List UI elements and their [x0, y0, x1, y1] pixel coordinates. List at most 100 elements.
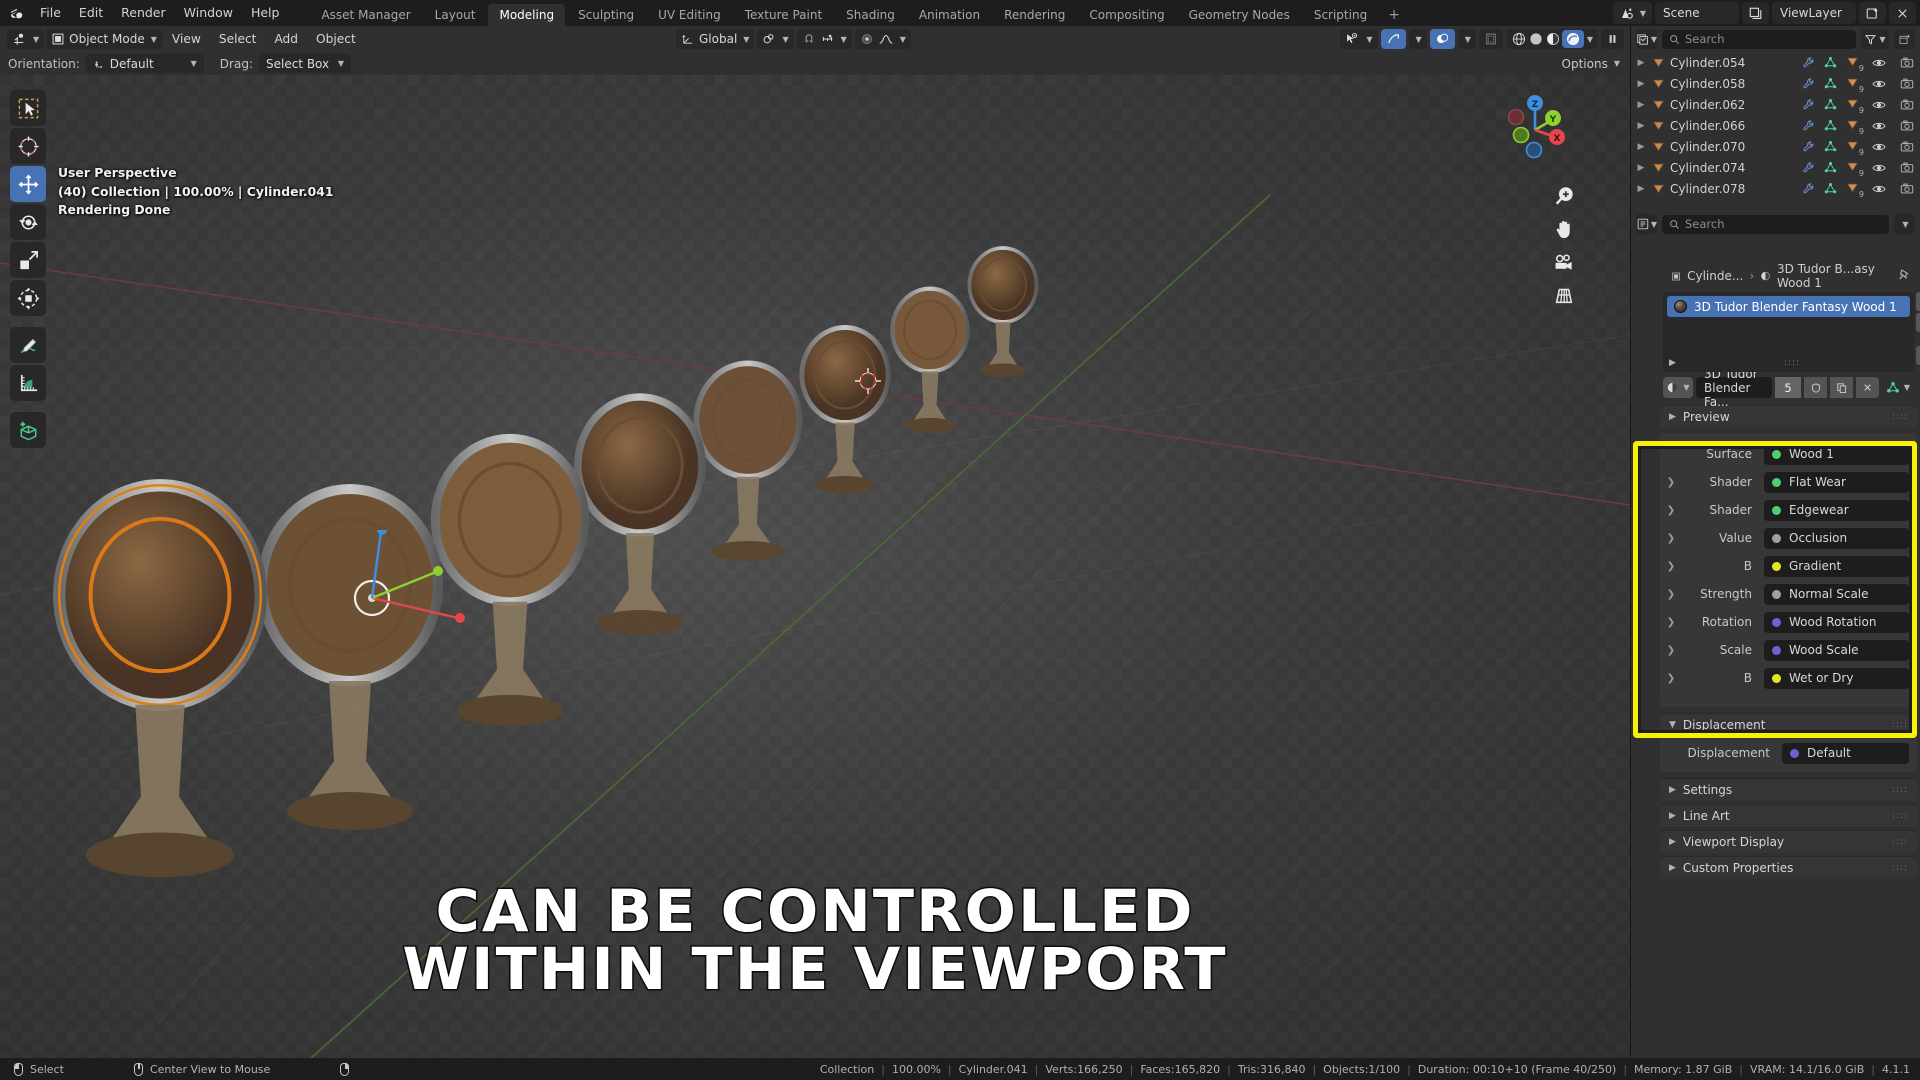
- expand-arrow-icon[interactable]: ❯: [1664, 673, 1678, 684]
- annotate-tool[interactable]: [10, 327, 46, 363]
- unlink-material-button[interactable]: [1856, 377, 1879, 398]
- eye-visibility-icon[interactable]: [1872, 78, 1886, 90]
- eye-visibility-icon[interactable]: [1872, 99, 1886, 111]
- workspace-tab-scripting[interactable]: Scripting: [1303, 4, 1378, 26]
- breadcrumb-material-name[interactable]: 3D Tudor B...asy Wood 1: [1777, 262, 1891, 290]
- viewport-menu-object[interactable]: Object: [308, 29, 364, 49]
- material-slot-icon[interactable]: [1846, 139, 1859, 152]
- eye-visibility-icon[interactable]: [1872, 120, 1886, 132]
- proportional-edit-group[interactable]: ▼: [855, 29, 911, 49]
- transform-tool[interactable]: [10, 280, 46, 316]
- viewlayer-new-button[interactable]: [1859, 2, 1886, 24]
- displacement-panel-header[interactable]: ▼ Displacement ::::: [1660, 713, 1917, 736]
- nodetree-button[interactable]: ▼: [1882, 377, 1914, 398]
- workspace-tab-geometry-nodes[interactable]: Geometry Nodes: [1178, 4, 1301, 26]
- pin-icon[interactable]: [1897, 268, 1911, 282]
- add-workspace-button[interactable]: +: [1380, 4, 1408, 26]
- expand-arrow-icon[interactable]: ❯: [1664, 505, 1678, 516]
- material-slot-icon[interactable]: [1846, 76, 1859, 89]
- eye-visibility-icon[interactable]: [1872, 141, 1886, 153]
- wrench-modifier-icon[interactable]: [1802, 77, 1815, 90]
- workspace-tab-shading[interactable]: Shading: [835, 4, 906, 26]
- measure-tool[interactable]: [10, 365, 46, 401]
- move-tool[interactable]: [10, 166, 46, 202]
- outliner-display-mode-button[interactable]: ▼: [1636, 29, 1657, 49]
- expand-arrow-icon[interactable]: ❯: [1664, 617, 1678, 628]
- shading-rendered-button[interactable]: [1562, 30, 1584, 48]
- material-slot-icon[interactable]: [1846, 97, 1859, 110]
- mesh-data-icon[interactable]: [1824, 119, 1837, 132]
- toggle-orthographic-icon[interactable]: [1553, 284, 1575, 306]
- workspace-tab-asset-manager[interactable]: Asset Manager: [310, 4, 421, 26]
- 3d-viewport[interactable]: User Perspective (40) Collection | 100.0…: [0, 75, 1630, 1068]
- outliner-row[interactable]: ▶Cylinder.0749: [1635, 157, 1920, 178]
- menu-window[interactable]: Window: [175, 0, 242, 26]
- surface-row-field[interactable]: Edgewear: [1764, 500, 1909, 521]
- remove-material-slot-button[interactable]: –: [1916, 313, 1920, 332]
- editor-type-selector[interactable]: ▼: [7, 29, 44, 49]
- surface-row-field[interactable]: Wood Rotation: [1764, 612, 1909, 633]
- custom-properties-panel-header[interactable]: ▶ Custom Properties ::::: [1660, 856, 1917, 879]
- expand-arrow-icon[interactable]: ❯: [1664, 589, 1678, 600]
- material-slot-icon[interactable]: [1846, 55, 1859, 68]
- surface-row-field[interactable]: Flat Wear: [1764, 472, 1909, 493]
- outliner-row[interactable]: ▶Cylinder.0709: [1635, 136, 1920, 157]
- displacement-row-field[interactable]: Default: [1782, 743, 1909, 764]
- surface-row-field[interactable]: Wood Scale: [1764, 640, 1909, 661]
- camera-render-icon[interactable]: [1900, 182, 1914, 195]
- viewlayer-remove-button[interactable]: [1889, 2, 1916, 24]
- scene-name-field[interactable]: Scene: [1655, 2, 1739, 24]
- outliner-row[interactable]: ▶Cylinder.0789: [1635, 178, 1920, 199]
- surface-row-field[interactable]: Wood 1: [1764, 444, 1909, 465]
- surface-row-field[interactable]: Normal Scale: [1764, 584, 1909, 605]
- camera-render-icon[interactable]: [1900, 119, 1914, 132]
- zoom-icon[interactable]: [1553, 185, 1575, 207]
- properties-search-input[interactable]: Search: [1662, 215, 1889, 234]
- wrench-modifier-icon[interactable]: [1802, 182, 1815, 195]
- render-region-button[interactable]: [1479, 29, 1503, 49]
- menu-help[interactable]: Help: [242, 0, 289, 26]
- toggle-xray-group[interactable]: [1430, 29, 1455, 49]
- mesh-data-icon[interactable]: [1824, 140, 1837, 153]
- surface-row-field[interactable]: Gradient: [1764, 556, 1909, 577]
- material-slot-list[interactable]: 3D Tudor Blender Fantasy Wood 1 ▶ :::: +…: [1663, 292, 1914, 372]
- move-gizmo[interactable]: [336, 530, 466, 660]
- outliner-row[interactable]: ▶Cylinder.0629: [1635, 94, 1920, 115]
- cursor-tool[interactable]: [10, 128, 46, 164]
- pan-hand-icon[interactable]: [1553, 218, 1575, 240]
- material-slot-icon[interactable]: [1846, 160, 1859, 173]
- overlays-dropdown[interactable]: ▼: [1409, 29, 1427, 49]
- resize-grip[interactable]: ::::: [1676, 358, 1908, 368]
- transform-orientation-selector[interactable]: Global ▼: [676, 29, 754, 49]
- camera-render-icon[interactable]: [1900, 140, 1914, 153]
- navigation-gizmo[interactable]: Z Y X: [1492, 87, 1578, 173]
- workspace-tab-uv-editing[interactable]: UV Editing: [647, 4, 732, 26]
- mesh-data-icon[interactable]: [1824, 77, 1837, 90]
- line-art-panel-header[interactable]: ▶ Line Art ::::: [1660, 804, 1917, 827]
- viewlayer-browse-button[interactable]: [1742, 2, 1769, 24]
- material-users-count[interactable]: 5: [1775, 377, 1801, 398]
- expand-arrow-icon[interactable]: ❯: [1664, 645, 1678, 656]
- viewport-menu-view[interactable]: View: [164, 29, 209, 49]
- disclosure-triangle-icon[interactable]: ▶: [1635, 121, 1647, 131]
- material-slot-icon[interactable]: [1846, 181, 1859, 194]
- snap-toggle-group[interactable]: ▼: [797, 29, 852, 49]
- properties-editor-type-button[interactable]: ▼: [1636, 214, 1657, 234]
- show-gizmo-group[interactable]: ▼: [1340, 29, 1377, 49]
- add-material-slot-button[interactable]: +: [1916, 292, 1920, 311]
- properties-collapse-button[interactable]: ▼: [1894, 214, 1915, 234]
- viewport-menu-select[interactable]: Select: [211, 29, 265, 49]
- disclosure-triangle-icon[interactable]: ▶: [1635, 79, 1647, 89]
- xray-dropdown[interactable]: ▼: [1458, 29, 1476, 49]
- scene-browse-button[interactable]: ▼: [1613, 2, 1652, 24]
- wrench-modifier-icon[interactable]: [1802, 98, 1815, 111]
- duplicate-material-button[interactable]: [1830, 377, 1853, 398]
- fake-user-button[interactable]: [1804, 377, 1827, 398]
- mesh-data-icon[interactable]: [1824, 56, 1837, 69]
- workspace-tab-modeling[interactable]: Modeling: [488, 4, 565, 26]
- outliner-row[interactable]: ▶Cylinder.0589: [1635, 73, 1920, 94]
- disclosure-triangle-icon[interactable]: ▶: [1635, 163, 1647, 173]
- viewport-menu-add[interactable]: Add: [266, 29, 306, 49]
- workspace-tab-compositing[interactable]: Compositing: [1078, 4, 1175, 26]
- scale-tool[interactable]: [10, 242, 46, 278]
